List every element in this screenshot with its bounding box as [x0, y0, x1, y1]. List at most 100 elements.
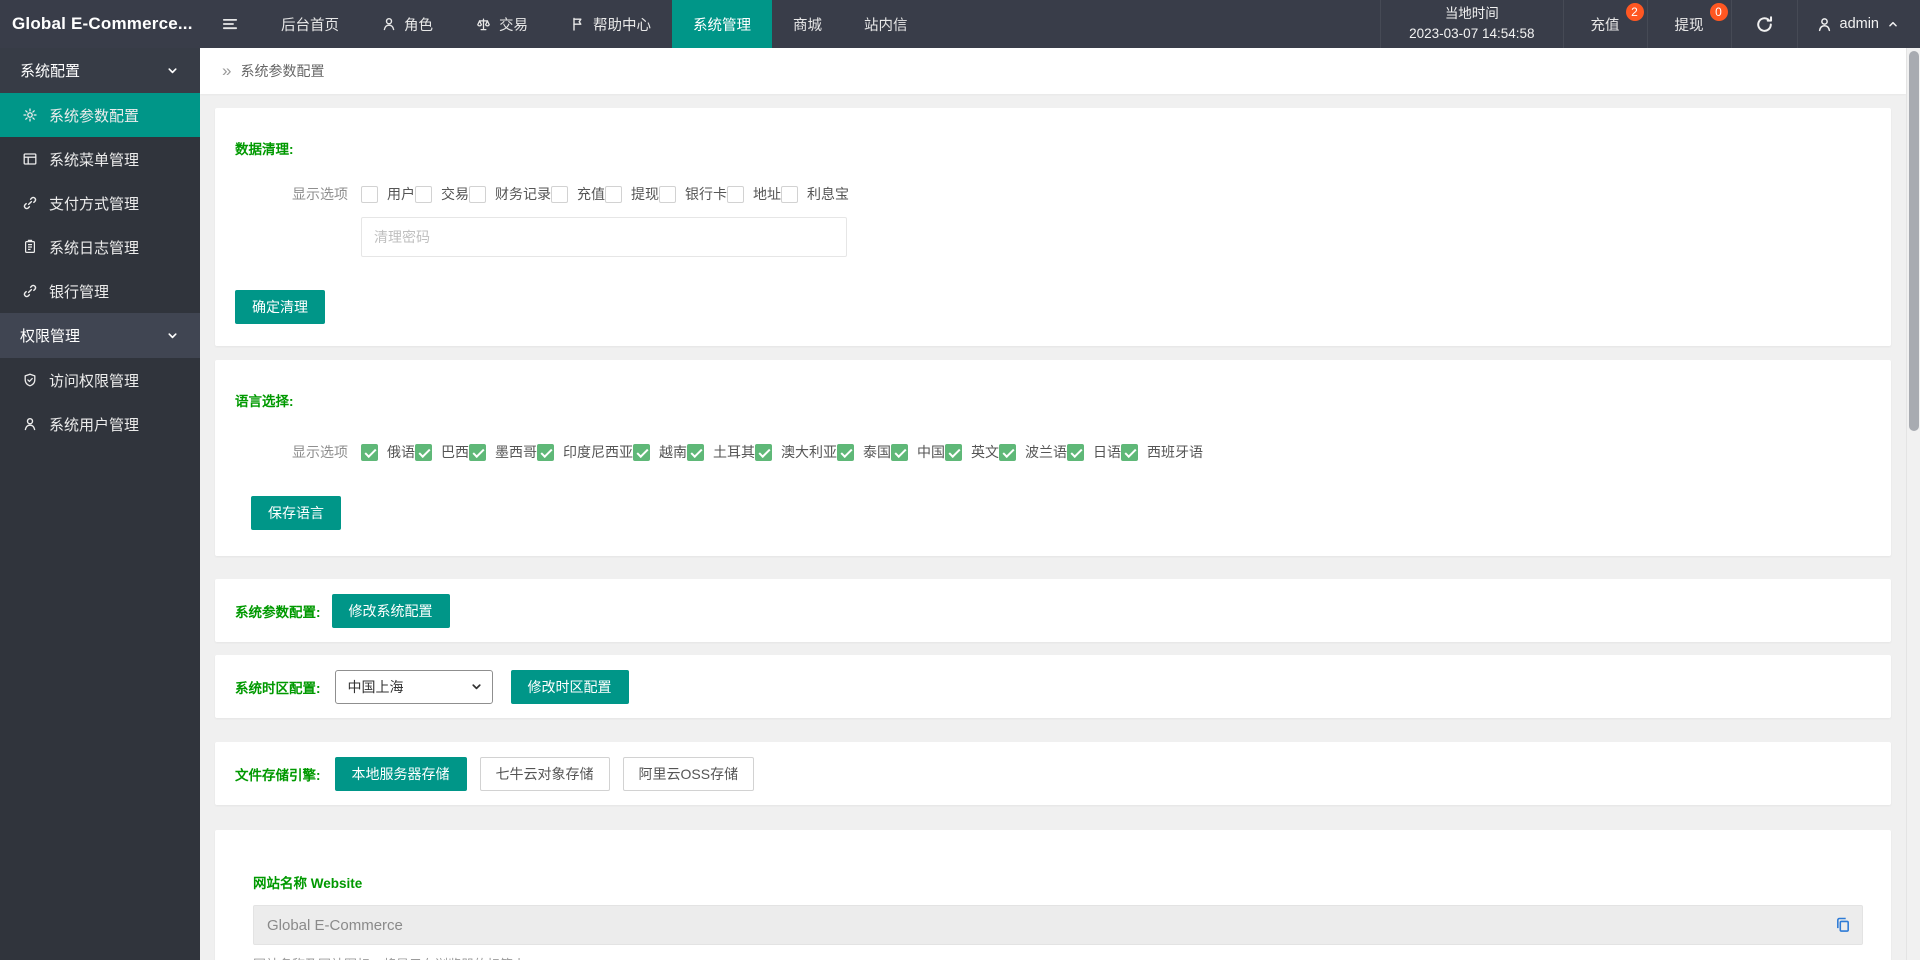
checkbox-item-3[interactable]: 充值: [551, 184, 605, 204]
sidebar-item-1-0[interactable]: 访问权限管理: [0, 358, 200, 402]
user-icon: [1816, 16, 1833, 33]
checkbox-item-11[interactable]: 日语: [1067, 442, 1121, 462]
checkbox-label: 巴西: [441, 444, 469, 460]
checkbox-label: 印度尼西亚: [563, 444, 633, 460]
checkbox-checked[interactable]: [755, 443, 772, 461]
modify-system-config-button[interactable]: 修改系统配置: [331, 593, 450, 628]
checkbox-item-1[interactable]: 交易: [415, 184, 469, 204]
sidebar-nav: 系统配置系统参数配置 系统菜单管理 支付方式管理 系统日志管理 银行管理权限管理访问权限…: [0, 48, 200, 960]
confirm-clean-button[interactable]: 确定清理: [235, 290, 325, 324]
nav-item-5[interactable]: 商城: [772, 0, 843, 48]
sidebar-section-label: 系统配置: [20, 63, 81, 80]
notification-badge: 2: [1625, 3, 1644, 21]
timezone-card: 系统时区配置: 中国上海 修改时区配置: [215, 655, 1891, 718]
checkbox-checked[interactable]: [945, 443, 962, 461]
nav-item-3[interactable]: 帮助中心: [549, 0, 672, 48]
checkbox-label: 墨西哥: [495, 444, 537, 460]
checkbox-unchecked[interactable]: [469, 185, 486, 203]
menu-window-icon: [22, 151, 38, 167]
storage-engine-button-0[interactable]: 本地服务器存储: [334, 756, 467, 791]
checkbox-item-2[interactable]: 财务记录: [469, 184, 551, 204]
checkbox-item-6[interactable]: 地址: [727, 184, 781, 204]
user-icon: [381, 16, 397, 32]
timezone-select-wrap: 中国上海: [334, 669, 493, 704]
sidebar-section-1[interactable]: 权限管理: [0, 313, 200, 358]
checkbox-unchecked[interactable]: [551, 185, 568, 203]
checkbox-item-9[interactable]: 英文: [945, 442, 999, 462]
sidebar-item-0-0[interactable]: 系统参数配置: [0, 93, 200, 137]
copy-button[interactable]: [1834, 916, 1852, 934]
checkbox-checked[interactable]: [687, 443, 704, 461]
top-navbar: Global E-Commerce... 后台首页 角色 交易 帮助中心 系统管理 商城 站…: [0, 0, 1920, 48]
checkbox-checked[interactable]: [1067, 443, 1084, 461]
checkbox-item-4[interactable]: 提现: [605, 184, 659, 204]
sidebar-item-0-3[interactable]: 系统日志管理: [0, 225, 200, 269]
clean-password-input[interactable]: [361, 217, 847, 257]
scrollbar[interactable]: [1906, 48, 1920, 960]
checkbox-checked[interactable]: [537, 443, 554, 461]
quick-link-1[interactable]: 提现 0: [1646, 0, 1731, 48]
nav-item-6[interactable]: 站内信: [843, 0, 929, 48]
checkbox-unchecked[interactable]: [605, 185, 622, 203]
sidebar-item-0-2[interactable]: 支付方式管理: [0, 181, 200, 225]
checkbox-checked[interactable]: [415, 443, 432, 461]
checkbox-item-3[interactable]: 印度尼西亚: [537, 442, 633, 462]
checkbox-checked[interactable]: [891, 443, 908, 461]
quick-link-0[interactable]: 充值 2: [1562, 0, 1647, 48]
sidebar-item-1-1[interactable]: 系统用户管理: [0, 402, 200, 446]
checkbox-item-7[interactable]: 泰国: [837, 442, 891, 462]
checkbox-unchecked[interactable]: [781, 185, 798, 203]
nav-item-4[interactable]: 系统管理: [672, 0, 772, 48]
checkbox-label: 交易: [441, 186, 469, 202]
sidebar-section-0[interactable]: 系统配置: [0, 48, 200, 93]
checkbox-checked[interactable]: [361, 443, 378, 461]
checkbox-item-0[interactable]: 用户: [361, 184, 415, 204]
nav-item-2[interactable]: 交易: [454, 0, 549, 48]
website-name-input[interactable]: [253, 905, 1863, 945]
sidebar-item-label: 访问权限管理: [49, 372, 140, 390]
sidebar-item-0-4[interactable]: 银行管理: [0, 269, 200, 313]
storage-label: 文件存储引擎:: [235, 767, 321, 783]
checkbox-item-7[interactable]: 利息宝: [781, 184, 849, 204]
checkbox-item-1[interactable]: 巴西: [415, 442, 469, 462]
save-language-button[interactable]: 保存语言: [251, 496, 341, 530]
modify-timezone-button[interactable]: 修改时区配置: [510, 669, 629, 704]
checkbox-item-0[interactable]: 俄语: [361, 442, 415, 462]
sidebar-item-0-1[interactable]: 系统菜单管理: [0, 137, 200, 181]
checkbox-checked[interactable]: [469, 443, 486, 461]
checkbox-label: 地址: [753, 186, 781, 202]
checkbox-checked[interactable]: [1121, 443, 1138, 461]
copy-icon: [1834, 916, 1852, 934]
timezone-label: 系统时区配置:: [235, 680, 321, 696]
user-menu[interactable]: admin: [1796, 0, 1920, 48]
scrollbar-thumb[interactable]: [1909, 51, 1919, 431]
data-clean-options-row: 显示选项 用户 交易 财务记录 充值 提现 银行卡 地址 利息宝: [235, 184, 1871, 204]
nav-item-1[interactable]: 角色: [360, 0, 454, 48]
sidebar-section-label: 权限管理: [20, 328, 81, 345]
checkbox-item-2[interactable]: 墨西哥: [469, 442, 537, 462]
checkbox-item-5[interactable]: 银行卡: [659, 184, 727, 204]
language-options-row: 显示选项 俄语 巴西 墨西哥 印度尼西亚 越南 土耳其 澳大利亚 泰国 中国 英文 波兰语 日语 西班牙…: [235, 442, 1871, 462]
checkbox-item-5[interactable]: 土耳其: [687, 442, 755, 462]
nav-item-0[interactable]: 后台首页: [260, 0, 360, 48]
refresh-button[interactable]: [1730, 0, 1797, 48]
checkbox-unchecked[interactable]: [659, 185, 676, 203]
storage-engine-button-2[interactable]: 阿里云OSS存储: [622, 756, 755, 791]
checkbox-unchecked[interactable]: [415, 185, 432, 203]
nav-item-label: 帮助中心: [593, 17, 651, 34]
checkbox-item-10[interactable]: 波兰语: [999, 442, 1067, 462]
timezone-select[interactable]: 中国上海: [334, 669, 493, 704]
checkbox-item-6[interactable]: 澳大利亚: [755, 442, 837, 462]
checkbox-item-8[interactable]: 中国: [891, 442, 945, 462]
hamburger-button[interactable]: [200, 0, 260, 48]
checkbox-item-4[interactable]: 越南: [633, 442, 687, 462]
storage-engine-button-1[interactable]: 七牛云对象存储: [479, 756, 610, 791]
checkbox-checked[interactable]: [633, 443, 650, 461]
local-time: 当地时间 2023-03-07 14:54:58: [1380, 0, 1562, 48]
checkbox-item-12[interactable]: 西班牙语: [1121, 442, 1203, 462]
checkbox-label: 俄语: [387, 444, 415, 460]
checkbox-unchecked[interactable]: [727, 185, 744, 203]
checkbox-unchecked[interactable]: [361, 185, 378, 203]
checkbox-checked[interactable]: [837, 443, 854, 461]
checkbox-checked[interactable]: [999, 443, 1016, 461]
